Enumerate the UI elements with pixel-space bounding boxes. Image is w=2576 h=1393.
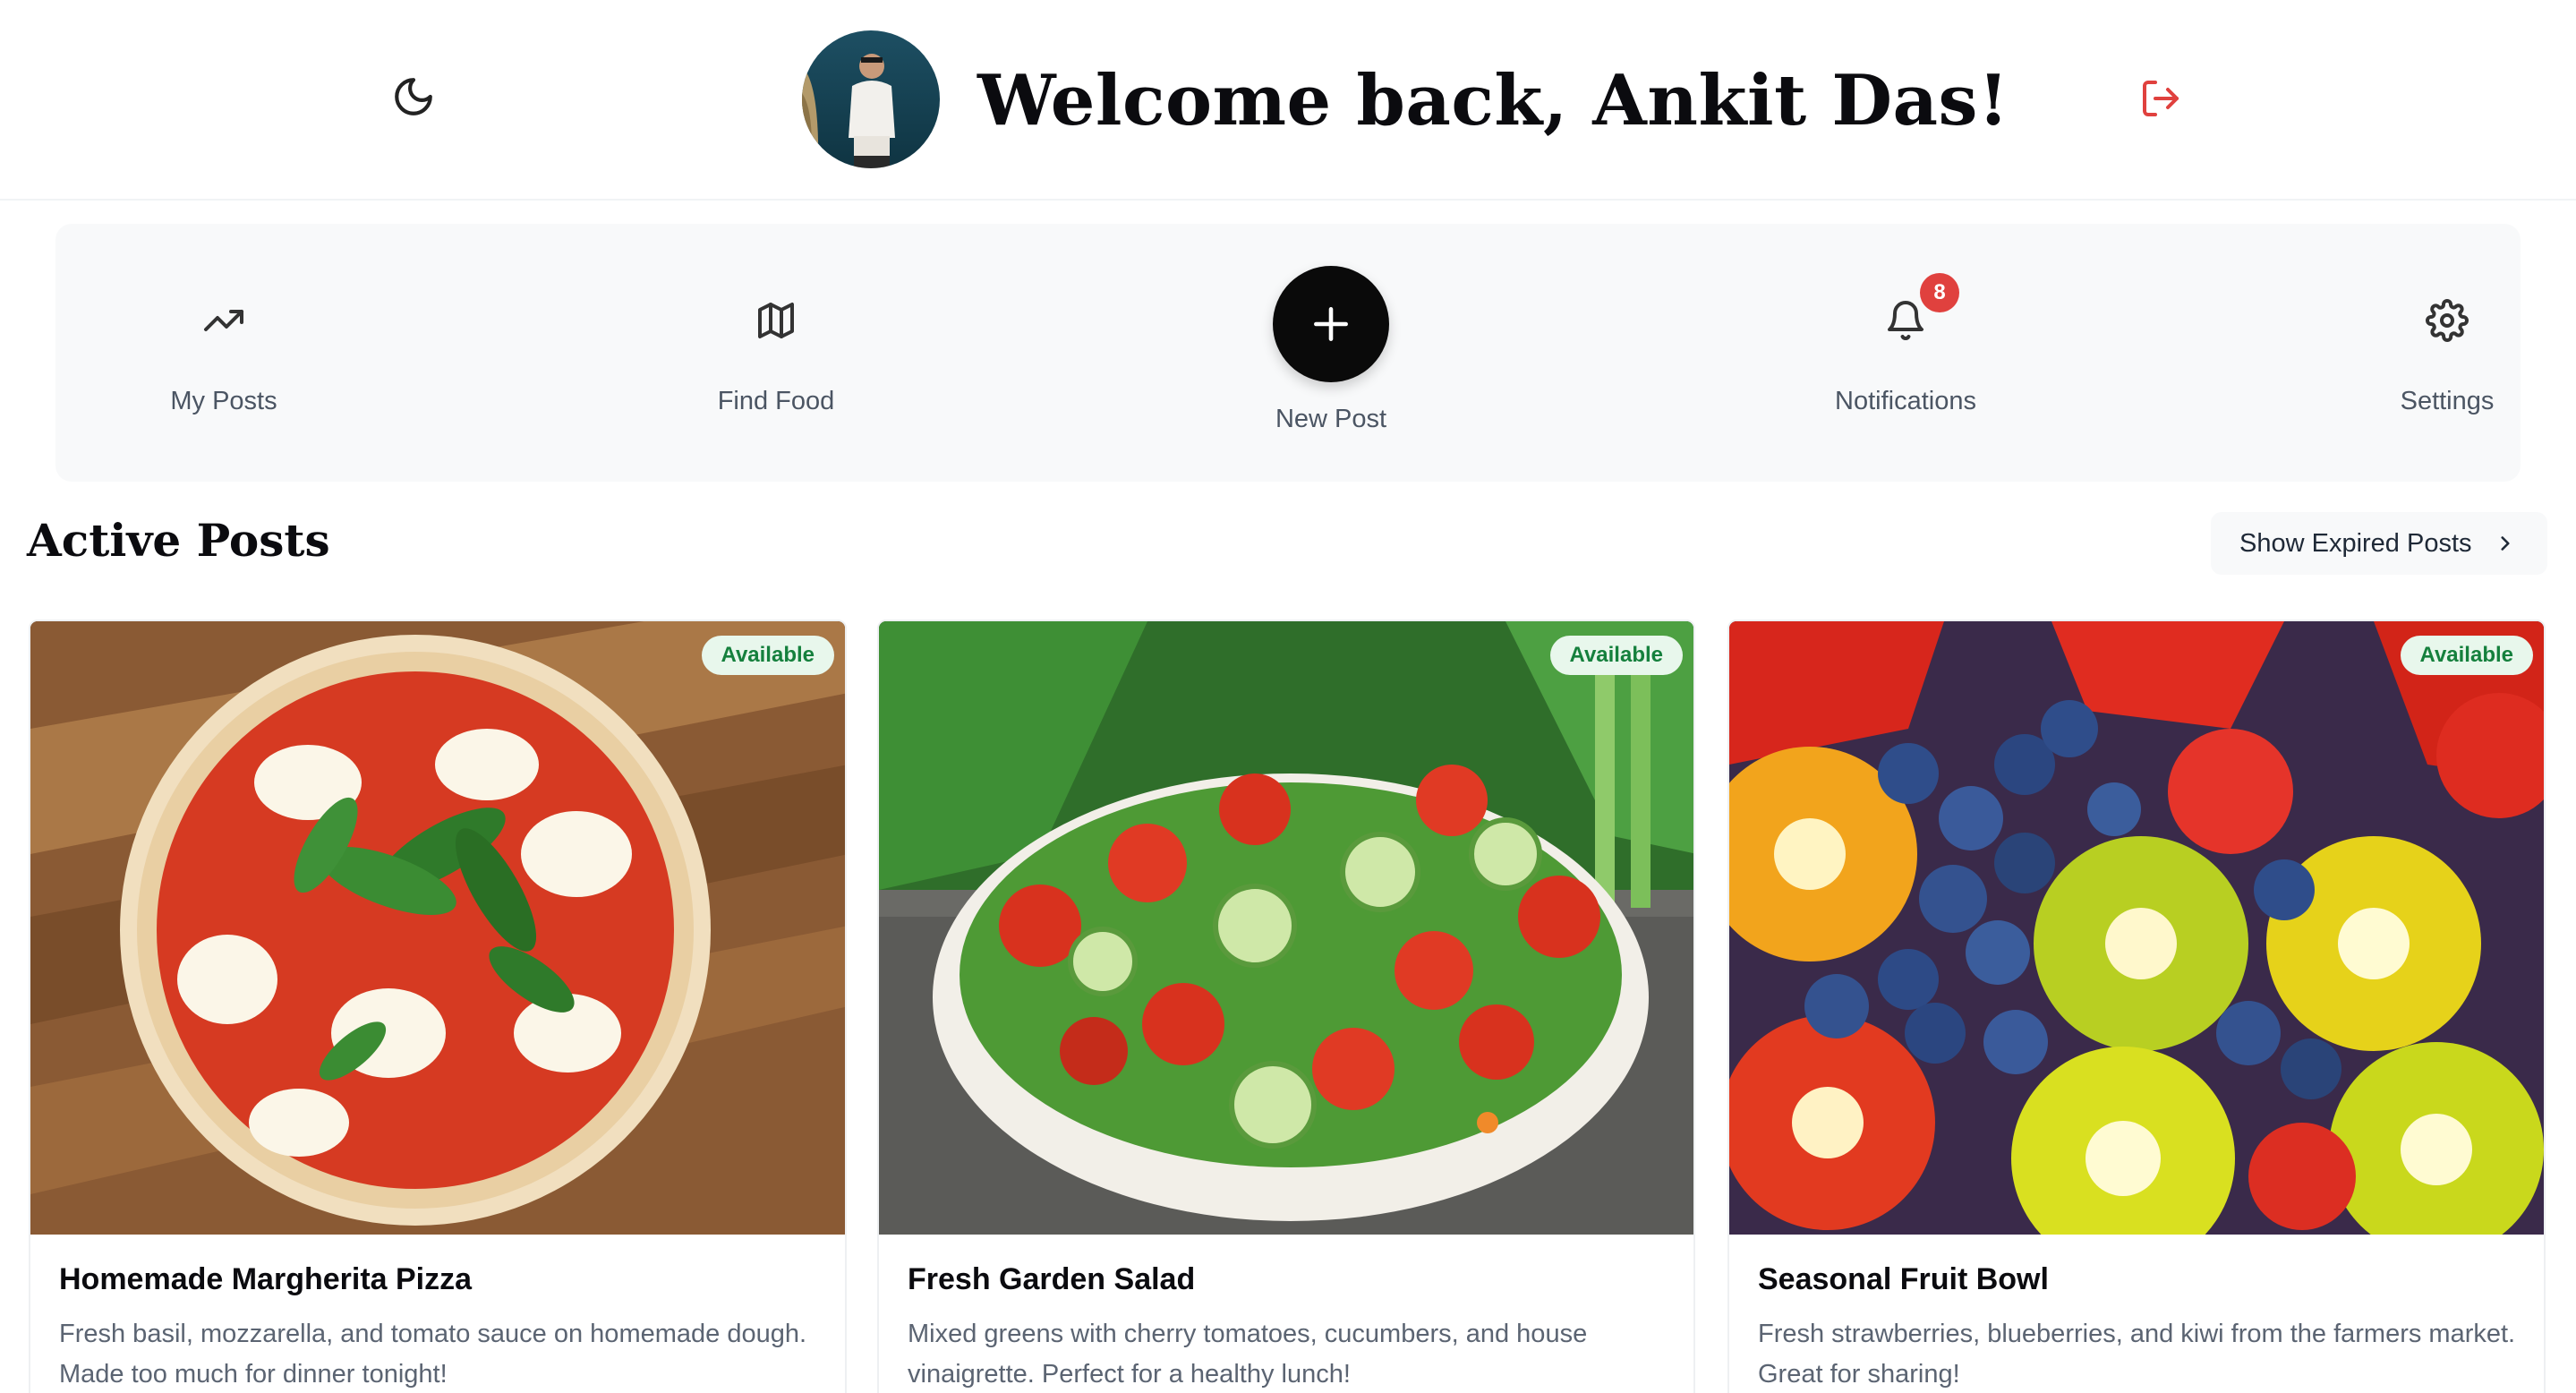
status-badge: Available	[701, 636, 834, 675]
show-expired-label: Show Expired Posts	[2239, 528, 2472, 558]
trending-up-icon	[204, 310, 243, 331]
post-image-salad: Available	[879, 621, 1693, 1235]
section-title: Active Posts	[27, 514, 330, 567]
new-post-button[interactable]	[1273, 266, 1389, 382]
post-image-fruit-bowl: Available	[1729, 621, 2544, 1235]
nav-item-find-food[interactable]: Find Food	[669, 224, 883, 482]
nav-label-settings: Settings	[2400, 387, 2495, 415]
post-card[interactable]: Available Fresh Garden Salad Mixed green…	[877, 620, 1695, 1393]
post-card[interactable]: Available Homemade Margherita Pizza Fres…	[29, 620, 847, 1393]
post-title: Seasonal Fruit Bowl	[1758, 1262, 2049, 1296]
logout-button[interactable]	[2134, 72, 2188, 125]
post-image-pizza: Available	[30, 621, 845, 1235]
post-card[interactable]: Available Seasonal Fruit Bowl Fresh stra…	[1727, 620, 2546, 1393]
post-description: Mixed greens with cherry tomatoes, cucum…	[908, 1320, 1588, 1389]
plus-icon	[1314, 307, 1348, 341]
top-header: Welcome back, Ankit Das!	[0, 0, 2576, 201]
nav-label-new-post: New Post	[1275, 405, 1387, 433]
gear-icon	[2426, 299, 2469, 342]
post-description: Fresh basil, mozzarella, and tomato sauc…	[59, 1320, 807, 1389]
show-expired-posts-button[interactable]: Show Expired Posts	[2211, 512, 2547, 575]
notification-count-badge: 8	[1920, 273, 1959, 312]
moon-icon	[395, 78, 432, 115]
post-title: Homemade Margherita Pizza	[59, 1262, 473, 1296]
logout-icon	[2143, 81, 2179, 116]
nav-label-find-food: Find Food	[717, 387, 835, 415]
status-badge: Available	[1549, 636, 1683, 675]
post-description: Fresh strawberries, blueberries, and kiw…	[1758, 1320, 2516, 1389]
bell-icon	[1888, 301, 1923, 340]
theme-toggle-button[interactable]	[387, 70, 440, 124]
post-title: Fresh Garden Salad	[908, 1262, 1196, 1296]
nav-label-notifications: Notifications	[1835, 387, 1976, 415]
nav-label-my-posts: My Posts	[170, 387, 277, 415]
map-icon	[758, 303, 794, 338]
chevron-right-icon	[2501, 536, 2510, 551]
main-nav: My Posts Find Food New Post 8 Notificati…	[55, 224, 2521, 482]
nav-item-my-posts[interactable]: My Posts	[116, 224, 331, 482]
status-badge: Available	[2400, 636, 2533, 675]
nav-item-settings[interactable]: Settings	[2358, 224, 2537, 482]
nav-item-new-post[interactable]: New Post	[1224, 224, 1438, 482]
user-avatar[interactable]	[802, 30, 940, 168]
nav-item-notifications[interactable]: 8 Notifications	[1794, 224, 2017, 482]
welcome-heading: Welcome back, Ankit Das!	[977, 59, 2009, 141]
